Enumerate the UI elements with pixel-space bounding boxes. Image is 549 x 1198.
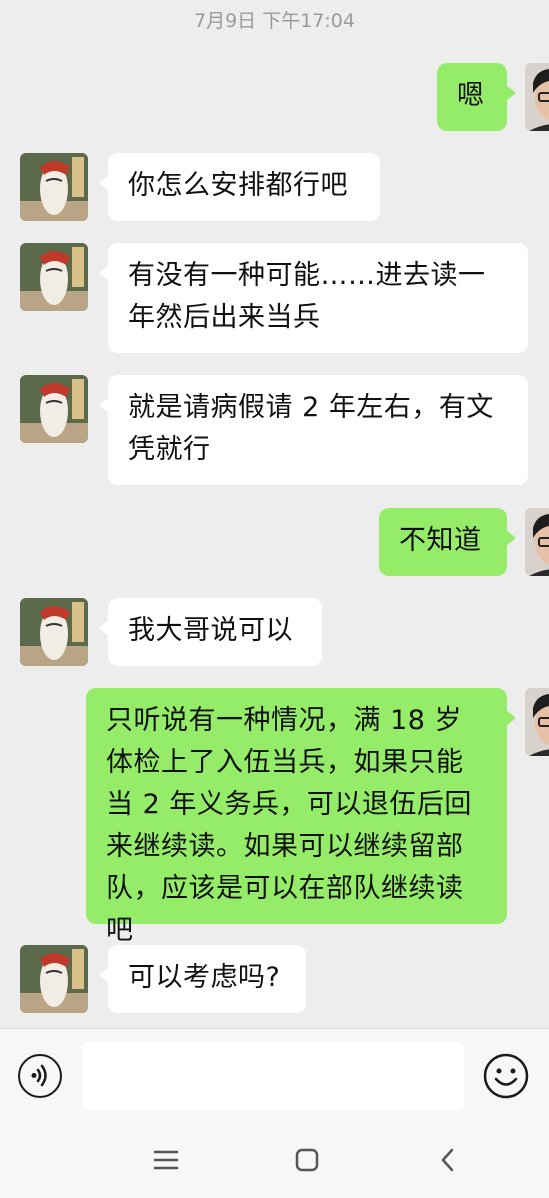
- emoji-button[interactable]: [482, 1052, 530, 1100]
- menu-icon: [153, 1150, 179, 1170]
- message-text: 嗯: [457, 80, 485, 111]
- message-timestamp: 7月9日 下午17:04: [194, 10, 355, 32]
- message-bubble-self[interactable]: 不知道: [379, 508, 516, 576]
- self-avatar-image: [525, 508, 549, 576]
- emoji-icon: [483, 1053, 529, 1099]
- back-icon: [441, 1148, 454, 1172]
- contact-avatar-image: [20, 598, 88, 666]
- chat-area[interactable]: 7月9日 下午17:04 嗯 你怎么安排都行吧 有没有一种可能……进去读一年然后…: [0, 0, 549, 1028]
- self-avatar-image: [525, 63, 549, 131]
- self-avatar[interactable]: [525, 508, 549, 576]
- message-bubble-self[interactable]: 嗯: [437, 63, 516, 131]
- contact-avatar[interactable]: [20, 243, 88, 311]
- system-nav-bar: [0, 1122, 549, 1198]
- message-text: 可以考虑吗?: [128, 962, 281, 993]
- message-text: 你怎么安排都行吧: [128, 170, 348, 201]
- message-bubble-contact[interactable]: 我大哥说可以: [99, 598, 322, 666]
- message-bubble-contact[interactable]: 就是请病假请 2 年左右，有文凭就行: [99, 375, 528, 485]
- voice-icon: [31, 1064, 47, 1087]
- message-bubble-self[interactable]: 只听说有一种情况，满 18 岁体检上了入伍当兵，如果只能当 2 年义务兵，可以退…: [86, 688, 516, 946]
- contact-avatar-image: [20, 375, 88, 443]
- menu-button[interactable]: [152, 1146, 180, 1174]
- self-avatar[interactable]: [525, 688, 549, 756]
- message-text: 我大哥说可以: [128, 615, 293, 646]
- message-bubble-contact[interactable]: 可以考虑吗?: [99, 945, 306, 1013]
- message-text: 就是请病假请 2 年左右，有文凭就行: [128, 392, 494, 465]
- contact-avatar[interactable]: [20, 375, 88, 443]
- message-bubble-contact[interactable]: 你怎么安排都行吧: [99, 153, 380, 221]
- contact-avatar[interactable]: [20, 598, 88, 666]
- voice-button[interactable]: [18, 1054, 62, 1098]
- message-text: 不知道: [399, 525, 482, 556]
- message-input[interactable]: [82, 1042, 464, 1110]
- contact-avatar-image: [20, 945, 88, 1013]
- home-button[interactable]: [293, 1146, 321, 1174]
- contact-avatar[interactable]: [20, 153, 88, 221]
- self-avatar[interactable]: [525, 63, 549, 131]
- back-button[interactable]: [434, 1146, 462, 1174]
- self-avatar-image: [525, 688, 549, 756]
- input-bar: [0, 1028, 549, 1122]
- message-text: 有没有一种可能……进去读一年然后出来当兵: [128, 260, 486, 333]
- home-icon: [295, 1148, 319, 1172]
- message-bubble-contact[interactable]: 有没有一种可能……进去读一年然后出来当兵: [99, 243, 528, 353]
- contact-avatar[interactable]: [20, 945, 88, 1013]
- message-text: 只听说有一种情况，满 18 岁体检上了入伍当兵，如果只能当 2 年义务兵，可以退…: [106, 705, 472, 946]
- contact-avatar-image: [20, 153, 88, 221]
- contact-avatar-image: [20, 243, 88, 311]
